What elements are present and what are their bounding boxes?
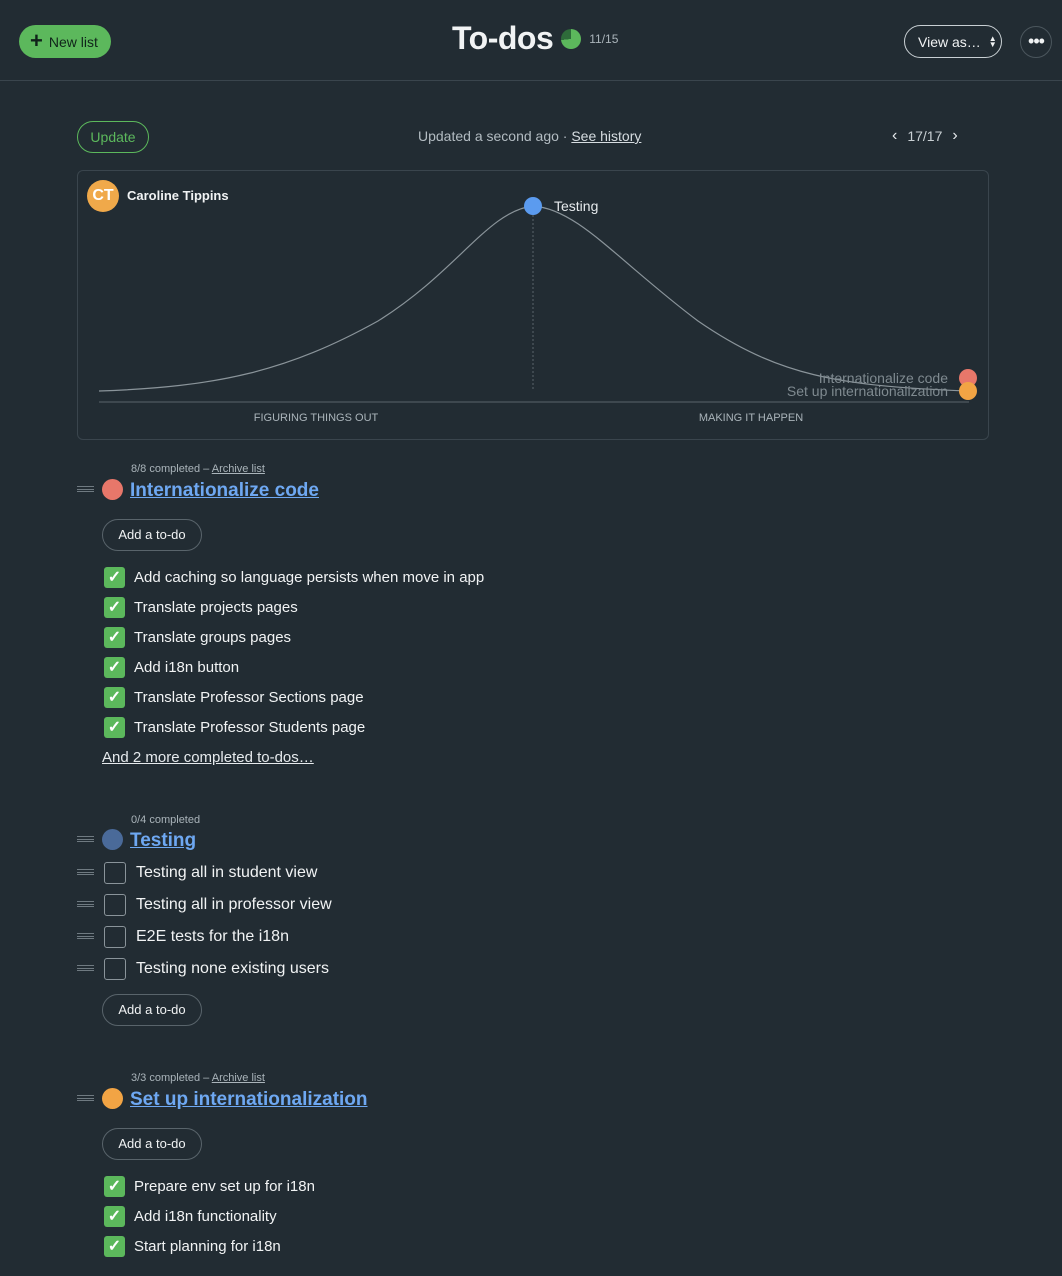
todo-text[interactable]: Start planning for i18n: [134, 1238, 281, 1255]
chevron-right-icon[interactable]: ›: [952, 127, 957, 145]
new-list-label: New list: [48, 33, 98, 50]
drag-handle-icon[interactable]: [77, 901, 94, 907]
todo-item: E2E tests for the i18n: [104, 926, 289, 948]
hill-label-testing: Testing: [554, 198, 598, 214]
archive-list-link[interactable]: Archive list: [212, 463, 265, 475]
checked-checkbox-icon[interactable]: ✓: [104, 1175, 125, 1197]
todo-item: ✓ Add caching so language persists when m…: [104, 566, 484, 588]
add-todo-button[interactable]: Add a to-do: [102, 519, 202, 551]
todo-item: ✓ Add i18n button: [104, 656, 239, 678]
todo-text[interactable]: Translate Professor Students page: [134, 719, 365, 736]
hill-dot-testing[interactable]: [524, 197, 542, 215]
list-title[interactable]: Internationalize code: [130, 480, 319, 502]
history-pager: ‹ 17/17 ›: [892, 127, 958, 145]
see-history-link[interactable]: See history: [571, 128, 641, 144]
page-header: To-dos 11/15: [452, 20, 618, 57]
list-meta-text: 8/8 completed –: [131, 463, 212, 475]
hill-label-set-up-internationalization: Set up internationalization: [787, 383, 948, 399]
view-as-label: View as…: [918, 33, 981, 50]
checkbox[interactable]: [104, 926, 126, 948]
drag-handle-icon[interactable]: [77, 486, 94, 492]
more-options-button[interactable]: •••: [1020, 26, 1052, 58]
updated-text: Updated a second ago ·: [418, 128, 572, 144]
todo-item: ✓ Translate Professor Sections page: [104, 686, 364, 708]
list-title[interactable]: Testing: [130, 830, 196, 852]
list-title[interactable]: Set up internationalization: [130, 1089, 368, 1111]
chevron-left-icon[interactable]: ‹: [892, 127, 897, 145]
todo-item: ✓ Translate groups pages: [104, 626, 291, 648]
todo-item: ✓ Add i18n functionality: [104, 1205, 277, 1227]
view-as-select[interactable]: View as… ▲ ▼: [904, 25, 1002, 58]
checkbox[interactable]: [104, 862, 126, 884]
list-meta: 0/4 completed: [131, 814, 200, 826]
todo-text[interactable]: Translate groups pages: [134, 629, 291, 646]
add-todo-button[interactable]: Add a to-do: [102, 1128, 202, 1160]
up-down-chevron-icon: ▲ ▼: [988, 33, 997, 49]
updated-status: Updated a second ago · See history: [418, 128, 641, 144]
drag-handle-icon[interactable]: [77, 965, 94, 971]
todo-item: Testing none existing users: [104, 958, 329, 980]
more-completed-link[interactable]: And 2 more completed to-dos…: [102, 749, 314, 766]
todo-text[interactable]: Add i18n functionality: [134, 1208, 277, 1225]
todo-item: Testing all in student view: [104, 862, 317, 884]
pager-count: 17/17: [907, 128, 943, 144]
hill-dot-set-up-internationalization[interactable]: [959, 382, 977, 400]
todo-text[interactable]: Add caching so language persists when mo…: [134, 569, 484, 586]
drag-handle-icon[interactable]: [77, 836, 94, 842]
todo-item: ✓ Translate Professor Students page: [104, 716, 365, 738]
checked-checkbox-icon[interactable]: ✓: [104, 596, 125, 618]
archive-list-link[interactable]: Archive list: [212, 1072, 265, 1084]
todo-item: ✓ Prepare env set up for i18n: [104, 1175, 315, 1197]
add-todo-button[interactable]: Add a to-do: [102, 994, 202, 1026]
drag-handle-icon[interactable]: [77, 933, 94, 939]
todo-text[interactable]: Testing all in student view: [136, 864, 317, 882]
list-color-dot: [102, 479, 123, 500]
checkbox[interactable]: [104, 894, 126, 916]
todo-item: ✓ Translate projects pages: [104, 596, 298, 618]
todo-item: Testing all in professor view: [104, 894, 332, 916]
checkbox[interactable]: [104, 958, 126, 980]
todo-text[interactable]: Translate Professor Sections page: [134, 689, 364, 706]
checked-checkbox-icon[interactable]: ✓: [104, 626, 125, 648]
list-meta: 8/8 completed – Archive list: [131, 463, 265, 475]
new-list-button[interactable]: + New list: [19, 25, 111, 58]
checked-checkbox-icon[interactable]: ✓: [104, 686, 125, 708]
plus-icon: +: [30, 27, 43, 53]
checked-checkbox-icon[interactable]: ✓: [104, 1235, 125, 1257]
axis-label-right: MAKING IT HAPPEN: [699, 412, 803, 424]
todo-text[interactable]: Testing all in professor view: [136, 896, 332, 914]
update-button[interactable]: Update: [77, 121, 149, 153]
hill-chart: CT Caroline Tippins FIGURING THINGS OUT …: [77, 170, 989, 440]
todo-text[interactable]: E2E tests for the i18n: [136, 928, 289, 946]
todo-text[interactable]: Translate projects pages: [134, 599, 298, 616]
todo-text[interactable]: Testing none existing users: [136, 960, 329, 978]
list-color-dot: [102, 829, 123, 850]
list-meta: 3/3 completed – Archive list: [131, 1072, 265, 1084]
todo-item: ✓ Start planning for i18n: [104, 1235, 281, 1257]
axis-label-left: FIGURING THINGS OUT: [254, 412, 379, 424]
drag-handle-icon[interactable]: [77, 869, 94, 875]
progress-count: 11/15: [589, 31, 619, 46]
todo-text[interactable]: Add i18n button: [134, 659, 239, 676]
top-bar: + New list To-dos 11/15 View as… ▲ ▼ •••: [0, 0, 1062, 81]
todo-text[interactable]: Prepare env set up for i18n: [134, 1178, 315, 1195]
list-meta-text: 3/3 completed –: [131, 1072, 212, 1084]
list-color-dot: [102, 1088, 123, 1109]
progress-pie-icon: [561, 28, 582, 49]
drag-handle-icon[interactable]: [77, 1095, 94, 1101]
checked-checkbox-icon[interactable]: ✓: [104, 566, 125, 588]
list-meta-text: 0/4 completed: [131, 814, 201, 826]
checked-checkbox-icon[interactable]: ✓: [104, 656, 125, 678]
hill-chart-svg: FIGURING THINGS OUT MAKING IT HAPPEN Tes…: [98, 197, 977, 424]
checked-checkbox-icon[interactable]: ✓: [104, 716, 125, 738]
page-title: To-dos: [452, 20, 554, 56]
checked-checkbox-icon[interactable]: ✓: [104, 1205, 125, 1227]
